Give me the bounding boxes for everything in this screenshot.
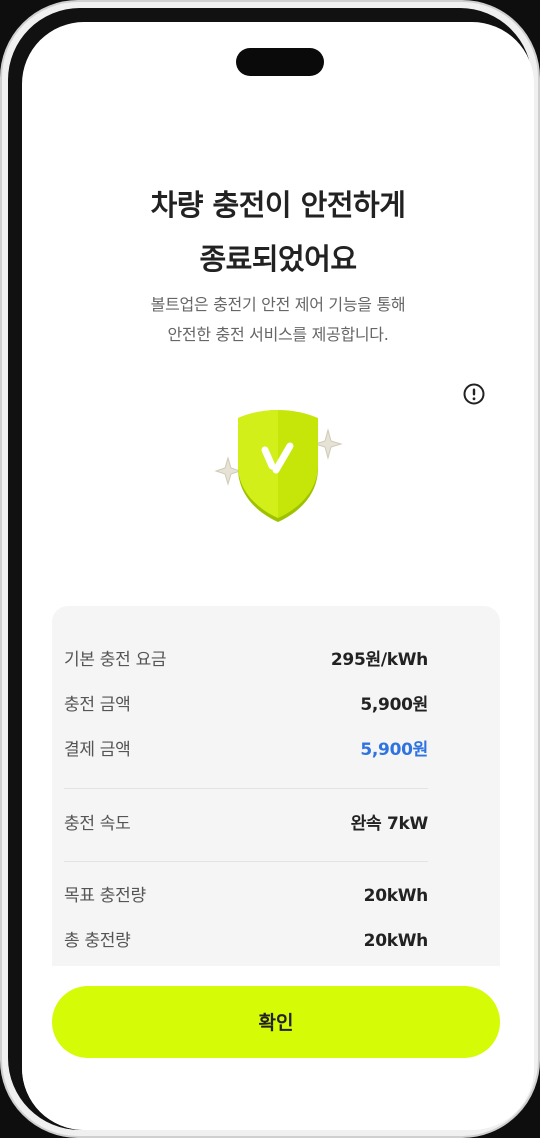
info-circle-icon — [463, 383, 485, 405]
summary-value: 완속 7kW — [350, 814, 429, 834]
phone-frame: 차량 충전이 안전하게 종료되었어요 볼트업은 충전기 안전 제어 기능을 통해… — [0, 0, 540, 1138]
summary-label: 총 충전량 — [64, 931, 131, 951]
summary-value: 20kWh — [363, 886, 429, 906]
summary-row-charge-amount: 충전 금액 5,900원 — [64, 693, 428, 717]
summary-value: 20kWh — [363, 931, 429, 951]
page-title-line2: 종료되었어요 — [199, 242, 357, 276]
dynamic-island — [236, 48, 324, 76]
confirm-button[interactable]: 확인 — [52, 986, 500, 1058]
divider — [64, 861, 428, 862]
page-subtitle-line1: 볼트업은 충전기 안전 제어 기능을 통해 — [150, 295, 406, 314]
summary-label: 기본 충전 요금 — [64, 650, 167, 670]
summary-value: 5,900원 — [360, 695, 428, 715]
phone-bezel: 차량 충전이 안전하게 종료되었어요 볼트업은 충전기 안전 제어 기능을 통해… — [8, 8, 534, 1130]
summary-label: 충전 금액 — [64, 695, 131, 715]
page-subtitle: 볼트업은 충전기 안전 제어 기능을 통해 안전한 충전 서비스를 제공합니다. — [22, 290, 534, 350]
summary-label: 충전 속도 — [64, 814, 131, 834]
shield-check-icon — [214, 410, 343, 522]
summary-label: 결제 금액 — [64, 740, 131, 760]
payment-amount-value: 5,900원 — [360, 740, 428, 760]
summary-row-charge-speed: 충전 속도 완속 7kW — [64, 812, 428, 836]
page-title: 차량 충전이 안전하게 종료되었어요 — [22, 178, 534, 286]
screen: 차량 충전이 안전하게 종료되었어요 볼트업은 충전기 안전 제어 기능을 통해… — [22, 22, 534, 1130]
divider — [64, 788, 428, 789]
summary-label: 목표 충전량 — [64, 886, 146, 906]
page-title-line1: 차량 충전이 안전하게 — [150, 188, 406, 222]
info-button[interactable] — [462, 382, 486, 406]
summary-row-base-rate: 기본 충전 요금 295원/kWh — [64, 648, 428, 672]
summary-row-total-charge: 총 충전량 20kWh — [64, 929, 428, 953]
summary-row-payment-amount: 결제 금액 5,900원 — [64, 738, 428, 762]
page-subtitle-line2: 안전한 충전 서비스를 제공합니다. — [167, 325, 389, 344]
summary-row-target-charge: 목표 충전량 20kWh — [64, 884, 428, 908]
summary-value: 295원/kWh — [330, 650, 428, 670]
